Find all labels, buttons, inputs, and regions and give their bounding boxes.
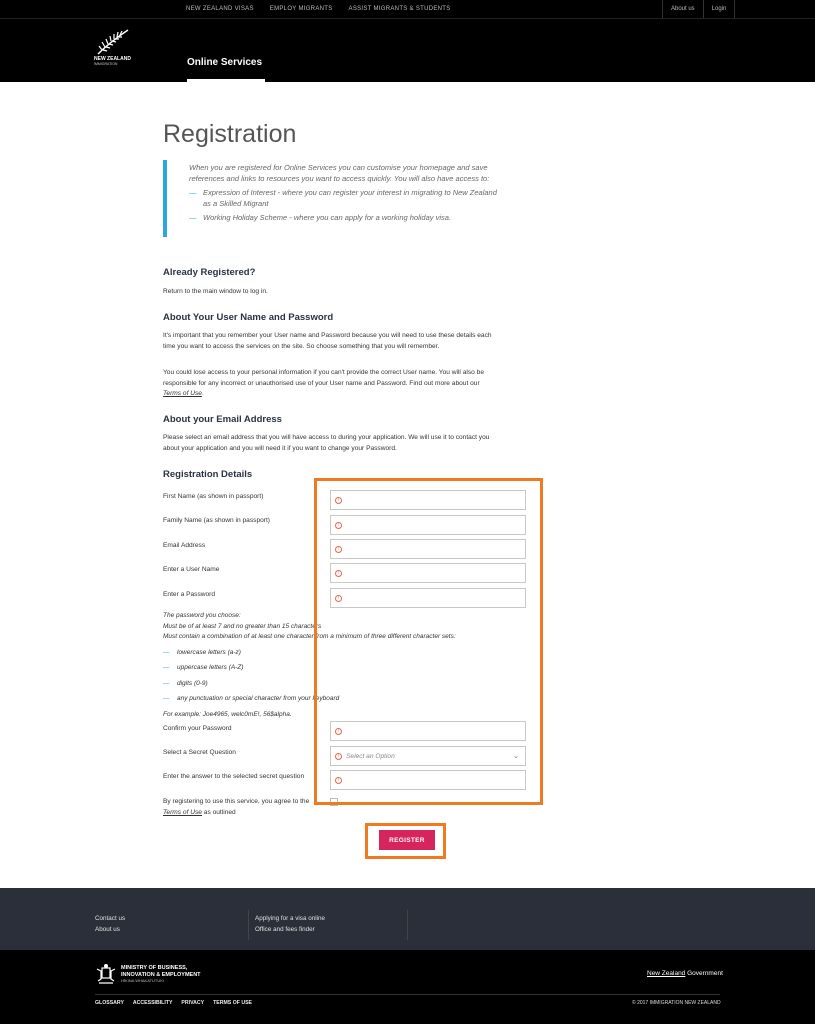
footer-about-us[interactable]: About us — [95, 926, 120, 933]
nz-immigration-logo[interactable]: NEW ZEALAND IMMIGRATION — [94, 28, 134, 68]
silver-fern-icon — [97, 29, 129, 55]
terms-of-use-link[interactable]: Terms of Use — [163, 390, 202, 397]
footer-applying-visa[interactable]: Applying for a visa online — [255, 915, 325, 922]
first-name-label: First Name (as shown in passport) — [163, 493, 264, 500]
intro-text: When you are registered for Online Servi… — [189, 163, 490, 183]
footer-contact-us[interactable]: Contact us — [95, 915, 125, 922]
email-text: Please select an email address that you … — [163, 434, 490, 452]
accessibility-link[interactable]: ACCESSIBILITY — [133, 1000, 173, 1006]
divider — [0, 18, 815, 19]
username-text-1: It's important that you remember your Us… — [163, 332, 492, 350]
logo-line2: IMMIGRATION — [94, 62, 118, 66]
confirm-password-label: Confirm your Password — [163, 725, 232, 732]
copyright: © 2017 IMMIGRATION NEW ZEALAND — [632, 1000, 721, 1006]
register-button[interactable]: REGISTER — [379, 830, 435, 850]
active-tab-indicator — [187, 79, 265, 82]
nav-assist-migrants[interactable]: ASSIST MIGRANTS & STUDENTS — [349, 6, 451, 12]
intro-callout: When you are registered for Online Servi… — [163, 160, 503, 237]
footer-bottom — [0, 950, 815, 1024]
divider — [248, 910, 249, 940]
secret-answer-label: Enter the answer to the selected secret … — [163, 773, 305, 780]
terms-of-use-link[interactable]: Terms of Use — [163, 809, 202, 816]
already-registered-text: Return to the main window to log in. — [163, 288, 268, 295]
divider — [95, 994, 720, 995]
nz-government-logo[interactable]: New Zealand Government — [647, 970, 723, 977]
secret-question-label: Select a Secret Question — [163, 749, 236, 756]
email-heading: About your Email Address — [163, 414, 282, 425]
email-label: Email Address — [163, 542, 206, 549]
top-navigation: NEW ZEALAND VISAS EMPLOY MIGRANTS ASSIST… — [186, 0, 451, 18]
glossary-link[interactable]: GLOSSARY — [95, 1000, 124, 1006]
already-registered-heading: Already Registered? — [163, 267, 256, 278]
username-heading: About Your User Name and Password — [163, 312, 334, 323]
top-right-links: About us Login — [662, 0, 736, 18]
username-label: Enter a User Name — [163, 566, 220, 573]
privacy-link[interactable]: PRIVACY — [181, 1000, 204, 1006]
intro-item-eoi: Expression of Interest - where you can r… — [189, 187, 503, 209]
footer-bottom-links: GLOSSARY ACCESSIBILITY PRIVACY TERMS OF … — [95, 1000, 252, 1006]
intro-item-working-holiday: Working Holiday Scheme - where you can a… — [189, 212, 503, 223]
registration-details-heading: Registration Details — [163, 469, 253, 480]
coat-of-arms-icon — [95, 963, 117, 985]
about-us-link[interactable]: About us — [662, 0, 703, 18]
nav-employ-migrants[interactable]: EMPLOY MIGRANTS — [270, 6, 333, 12]
highlight-box-form — [314, 478, 543, 805]
page-title: Registration — [163, 120, 297, 148]
login-link[interactable]: Login — [702, 0, 736, 18]
tab-online-services[interactable]: Online Services — [187, 57, 262, 68]
terms-agreement: By registering to use this service, you … — [163, 798, 310, 816]
divider — [407, 910, 408, 940]
family-name-label: Family Name (as shown in passport) — [163, 517, 271, 524]
terms-of-use-footer-link[interactable]: TERMS OF USE — [213, 1000, 252, 1006]
footer-office-fees[interactable]: Office and fees finder — [255, 926, 315, 933]
mbie-logo-text[interactable]: MINISTRY OF BUSINESS, INNOVATION & EMPLO… — [121, 965, 201, 985]
nav-new-zealand-visas[interactable]: NEW ZEALAND VISAS — [186, 6, 254, 12]
username-text-2: You could lose access to your personal i… — [163, 369, 484, 397]
password-label: Enter a Password — [163, 591, 216, 598]
